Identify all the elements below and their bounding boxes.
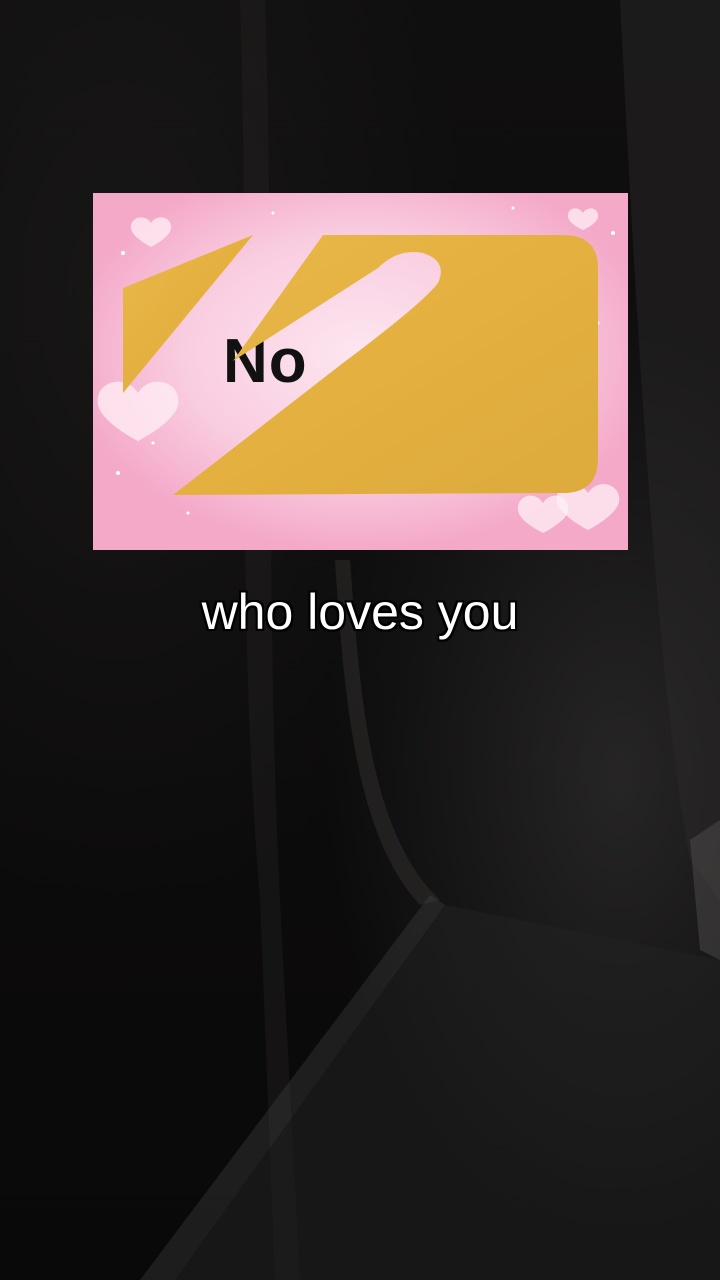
scratch-card[interactable]: No <box>93 193 628 550</box>
video-frame: No who loves you <box>0 0 720 1280</box>
scratch-off-foil[interactable] <box>93 193 628 550</box>
caption-text: who loves you <box>201 584 519 640</box>
